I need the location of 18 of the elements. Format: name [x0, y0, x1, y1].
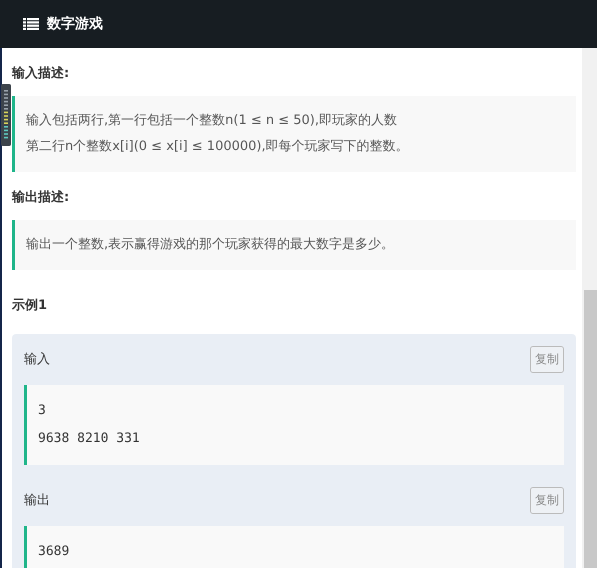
description-text: 输入包括两行,第一行包括一个整数n(1 ≤ n ≤ 50),即玩家的人数 [26, 112, 398, 130]
scrollbar[interactable] [582, 48, 597, 568]
copy-button[interactable]: 复制 [530, 346, 564, 372]
section-title: 输出描述: [12, 189, 70, 206]
code-text: 3689 [38, 543, 70, 561]
scrollbar-thumb[interactable] [584, 290, 597, 568]
copy-button[interactable]: 复制 [530, 486, 564, 514]
code-text: 9638 8210 331 [38, 430, 141, 448]
page-title: 数字游戏 [47, 15, 103, 33]
example-title: 示例1 [12, 297, 48, 314]
section-title: 输入描述: [12, 64, 70, 82]
description-text: 输出一个整数,表示赢得游戏的那个玩家获得的最大数字是多少。 [26, 236, 396, 254]
side-handle-icon[interactable] [1, 84, 11, 146]
block-label: 输入 [24, 351, 50, 368]
description-text: 第二行n个整数x[i](0 ≤ x[i] ≤ 100000),即每个玩家写下的整数。 [26, 138, 410, 156]
list-icon [23, 18, 39, 30]
block-label: 输出 [24, 492, 50, 509]
code-text: 3 [38, 402, 47, 420]
